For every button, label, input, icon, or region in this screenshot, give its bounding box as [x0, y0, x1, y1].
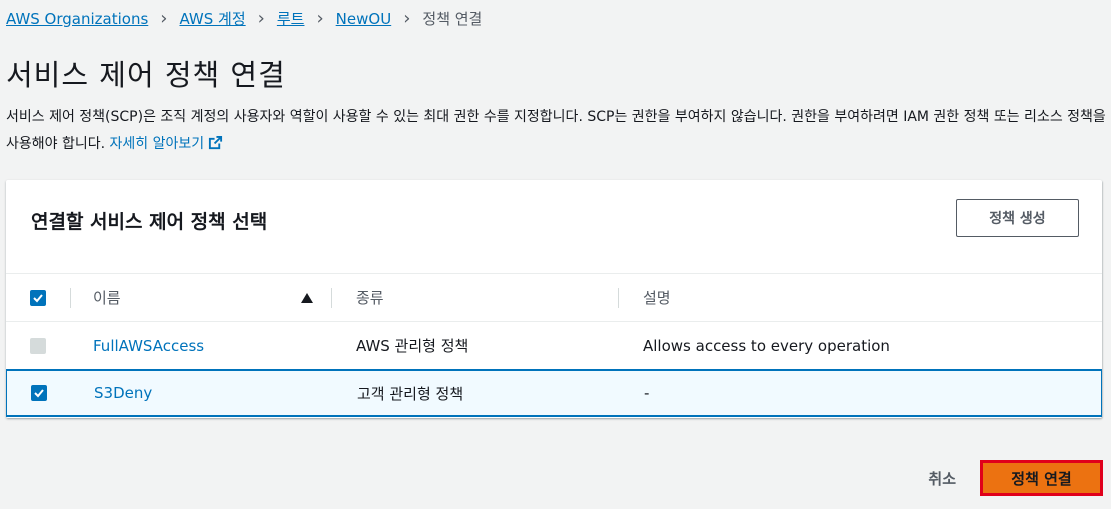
page-title: 서비스 제어 정책 연결: [6, 58, 286, 92]
table-row[interactable]: FullAWSAccess AWS 관리형 정책 Allows access t…: [6, 321, 1102, 369]
checkbox: [31, 385, 47, 401]
breadcrumb: AWS Organizations › AWS 계정 › 루트 › NewOU …: [6, 8, 482, 29]
page-description: 서비스 제어 정책(SCP)은 조직 계정의 사용자와 역할이 사용할 수 있는…: [6, 104, 1106, 158]
breadcrumb-current: 정책 연결: [422, 10, 483, 28]
column-header-type[interactable]: 종류: [356, 287, 384, 308]
policy-name-link[interactable]: FullAWSAccess: [93, 337, 204, 355]
table-row[interactable]: S3Deny 고객 관리형 정책 -: [6, 369, 1102, 417]
attach-policy-button[interactable]: 정책 연결: [980, 460, 1103, 496]
external-link-icon: [209, 135, 223, 150]
row-checkbox[interactable]: [31, 385, 47, 401]
chevron-right-icon: ›: [160, 7, 168, 29]
chevron-right-icon: ›: [257, 7, 265, 29]
cancel-button[interactable]: 취소: [928, 468, 956, 489]
breadcrumb-link-organizations[interactable]: AWS Organizations: [6, 10, 148, 28]
chevron-right-icon: ›: [316, 7, 324, 29]
check-icon: [34, 389, 44, 398]
row-checkbox: [30, 337, 46, 354]
policy-name-link[interactable]: S3Deny: [94, 384, 152, 402]
learn-more-label: 자세히 알아보기: [109, 136, 205, 152]
breadcrumb-link-accounts[interactable]: AWS 계정: [179, 8, 245, 29]
policy-table: 이름 종류 설명 FullAWSAccess AWS 관리형 정책 Allows…: [6, 273, 1102, 417]
footer-actions: 취소 정책 연결: [928, 460, 1103, 496]
column-divider: [618, 288, 619, 308]
sort-ascending-icon[interactable]: [301, 292, 313, 303]
policy-type: 고객 관리형 정책: [357, 384, 464, 403]
policy-type: AWS 관리형 정책: [356, 337, 469, 355]
policy-selection-panel: 연결할 서비스 제어 정책 선택 정책 생성 이름 종류 설명 FullAWSA…: [6, 180, 1102, 418]
policy-description: Allows access to every operation: [643, 336, 890, 355]
create-policy-button[interactable]: 정책 생성: [956, 199, 1079, 237]
checkbox: [30, 289, 46, 306]
checkbox: [30, 337, 46, 354]
column-header-description[interactable]: 설명: [643, 287, 671, 308]
panel-title: 연결할 서비스 제어 정책 선택: [31, 211, 268, 233]
table-header-row: 이름 종류 설명: [6, 273, 1102, 321]
column-header-name[interactable]: 이름: [93, 287, 121, 308]
policy-description: -: [644, 384, 650, 402]
column-divider: [331, 288, 332, 308]
breadcrumb-link-root[interactable]: 루트: [277, 8, 305, 29]
learn-more-link[interactable]: 자세히 알아보기: [109, 135, 224, 152]
select-all-checkbox[interactable]: [30, 289, 46, 306]
check-icon: [33, 293, 43, 302]
breadcrumb-link-newou[interactable]: NewOU: [336, 10, 392, 28]
chevron-right-icon: ›: [403, 7, 411, 29]
column-divider: [70, 288, 71, 308]
